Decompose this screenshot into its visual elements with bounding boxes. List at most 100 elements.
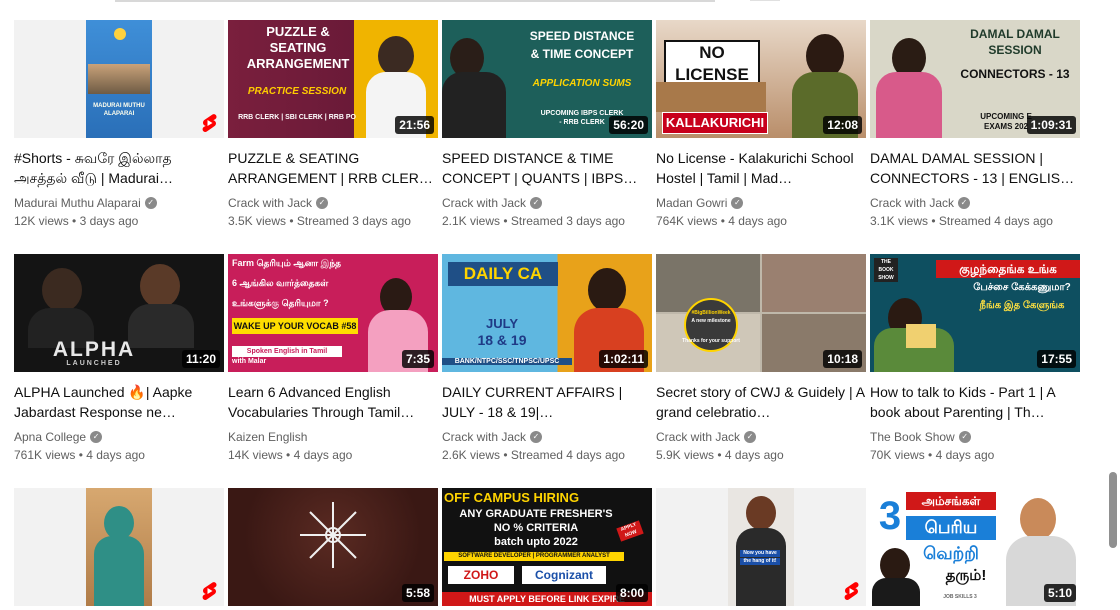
thumb-caption: ALAPARAI [103,111,135,117]
thumb-caption: LAUNCHED [66,360,122,367]
video-thumbnail[interactable]: ALPHA LAUNCHED 11:20 [14,254,224,372]
video-card[interactable]: Farm தெரியும் ஆனா இந்த 6 ஆங்கில வார்த்தை… [228,254,438,464]
channel-name[interactable]: Madan Gowri [656,194,727,212]
thumb-caption: NO LICENSE [664,40,760,88]
video-card[interactable]: #BigBillionWeek A new milestone Thanks f… [656,254,866,464]
upload-age: 4 days ago [724,448,784,462]
view-count: 3.5K views [228,214,287,228]
video-card[interactable]: PUZZLE & SEATING ARRANGEMENT PRACTICE SE… [228,20,438,230]
shorts-icon [844,582,859,600]
thumb-caption: Cognizant [522,566,606,584]
verified-check-icon: ✓ [530,431,543,443]
video-duration: 10:18 [823,350,862,368]
video-card[interactable]: DAMAL DAMAL SESSION CONNECTORS - 13 UPCO… [870,20,1080,230]
video-card[interactable] [14,488,224,606]
video-duration: 21:56 [395,116,434,134]
video-thumbnail[interactable]: PUZZLE & SEATING ARRANGEMENT PRACTICE SE… [228,20,438,138]
channel-name[interactable]: Crack with Jack [656,428,740,446]
video-duration: 8:00 [615,584,648,602]
video-thumbnail[interactable]: Farm தெரியும் ஆனா இந்த 6 ஆங்கில வார்த்தை… [228,254,438,372]
video-card[interactable]: ALPHA LAUNCHED 11:20 ALPHA Launched 🔥| A… [14,254,224,464]
video-card[interactable]: MADURAI MUTHU ALAPARAI #Shorts - சுவரே இ… [14,20,224,230]
video-card[interactable]: SPEED DISTANCE & TIME CONCEPT APPLICATIO… [442,20,652,230]
channel-row: The Book Show ✓ [870,428,1080,446]
view-count: 3.1K views [870,214,929,228]
channel-name[interactable]: Crack with Jack [228,194,312,212]
video-duration: 1:09:31 [1026,116,1076,134]
thumb-caption: NO % CRITERIA [493,522,579,534]
video-meta: 14K views • 4 days ago [228,448,353,462]
channel-row: Madurai Muthu Alaparai ✓ [14,194,224,212]
video-duration: 11:20 [181,350,220,368]
video-title[interactable]: DAMAL DAMAL SESSION | CONNECTORS - 13 | … [870,148,1080,188]
view-count: 761K views [14,448,76,462]
view-count: 764K views [656,214,718,228]
video-meta: 12K views • 3 days ago [14,214,139,228]
channel-name[interactable]: Kaizen English [228,428,307,446]
video-card[interactable]: Now you have the hang of it! [656,488,866,606]
video-duration: 5:58 [401,584,434,602]
thumb-caption: Farm தெரியும் ஆனா இந்த [232,258,342,268]
verified-check-icon: ✓ [731,197,744,209]
video-title[interactable]: SPEED DISTANCE & TIME CONCEPT | QUANTS |… [442,148,652,188]
channel-name[interactable]: Crack with Jack [442,428,526,446]
video-title[interactable]: Secret story of CWJ & Guidely | A grand … [656,382,866,422]
video-thumbnail[interactable]: 3 அம்சங்கள் பெரிய வெற்றி தரும்! JOB SKIL… [870,488,1080,606]
video-thumbnail[interactable]: MADURAI MUTHU ALAPARAI [14,20,224,138]
video-card[interactable]: 3 அம்சங்கள் பெரிய வெற்றி தரும்! JOB SKIL… [870,488,1080,606]
thumb-caption: Spoken English in Tamil [232,346,342,357]
thumb-caption: SESSION [988,43,1042,57]
video-title[interactable]: How to talk to Kids - Part 1 | A book ab… [870,382,1080,422]
view-count: 5.9K views [656,448,715,462]
channel-name[interactable]: The Book Show [870,428,955,446]
channel-name[interactable]: Crack with Jack [870,194,954,212]
verified-check-icon: ✓ [958,431,971,443]
video-card[interactable]: OFF CAMPUS HIRING ANY GRADUATE FRESHER'S… [442,488,652,606]
video-card[interactable]: 5:58 [228,488,438,606]
video-thumbnail[interactable]: THE BOOK SHOW குழந்தைங்க உங்க பேச்சை கேக… [870,254,1080,372]
top-divider [115,0,715,2]
video-card[interactable]: NO LICENSE KALLAKURICHI 12:08 No License… [656,20,866,230]
video-thumbnail[interactable]: SPEED DISTANCE & TIME CONCEPT APPLICATIO… [442,20,652,138]
thumb-caption: நீங்க இத கேளுங்க [979,300,1065,311]
video-thumbnail[interactable]: OFF CAMPUS HIRING ANY GRADUATE FRESHER'S… [442,488,652,606]
view-count: 12K views [14,214,69,228]
video-thumbnail[interactable]: NO LICENSE KALLAKURICHI 12:08 [656,20,866,138]
video-card[interactable]: THE BOOK SHOW குழந்தைங்க உங்க பேச்சை கேக… [870,254,1080,464]
channel-name[interactable]: Apna College [14,428,86,446]
video-title[interactable]: ALPHA Launched 🔥| Aapke Jabardast Respon… [14,382,224,422]
upload-age: Streamed 4 days ago [938,214,1053,228]
video-thumbnail[interactable]: 5:58 [228,488,438,606]
upload-age: Streamed 3 days ago [296,214,411,228]
upload-age: 4 days ago [293,448,353,462]
view-count: 2.6K views [442,448,501,462]
video-duration: 17:55 [1037,350,1076,368]
thumb-caption: Now you have [740,550,780,557]
shorts-icon [202,582,217,600]
thumb-caption: & TIME CONCEPT [530,47,634,61]
thumb-caption: WAKE UP YOUR VOCAB #58 [232,318,358,334]
video-title[interactable]: Learn 6 Advanced English Vocabularies Th… [228,382,438,422]
channel-name[interactable]: Madurai Muthu Alaparai [14,194,141,212]
video-thumbnail[interactable]: DAILY CA JULY 18 & 19 BANK/NTPC/SSC/TNPS… [442,254,652,372]
thumb-caption: SOFTWARE DEVELOPER | PROGRAMMER ANALYST [444,552,624,561]
video-thumbnail[interactable]: Now you have the hang of it! [656,488,866,606]
view-count: 70K views [870,448,925,462]
video-card[interactable]: DAILY CA JULY 18 & 19 BANK/NTPC/SSC/TNPS… [442,254,652,464]
thumb-caption: DAMAL DAMAL [970,27,1060,41]
channel-row: Madan Gowri ✓ [656,194,866,212]
video-title[interactable]: PUZZLE & SEATING ARRANGEMENT | RRB CLER… [228,148,438,188]
video-thumbnail[interactable]: DAMAL DAMAL SESSION CONNECTORS - 13 UPCO… [870,20,1080,138]
channel-name[interactable]: Crack with Jack [442,194,526,212]
thumb-caption: தரும்! [945,567,987,584]
video-title[interactable]: #Shorts - சுவரே இல்லாத அசத்தல் வீடு | Ma… [14,148,224,188]
page-scrollbar[interactable] [1109,472,1117,548]
video-thumbnail[interactable]: #BigBillionWeek A new milestone Thanks f… [656,254,866,372]
thumb-caption: CONNECTORS - 13 [960,67,1070,81]
video-duration: 7:35 [401,350,434,368]
video-title[interactable]: No License - Kalakurichi School Hostel |… [656,148,866,188]
thumb-caption: KALLAKURICHI [662,112,768,134]
thumb-caption: JULY [485,316,519,331]
video-thumbnail[interactable] [14,488,224,606]
video-title[interactable]: DAILY CURRENT AFFAIRS | JULY - 18 & 19|… [442,382,652,422]
